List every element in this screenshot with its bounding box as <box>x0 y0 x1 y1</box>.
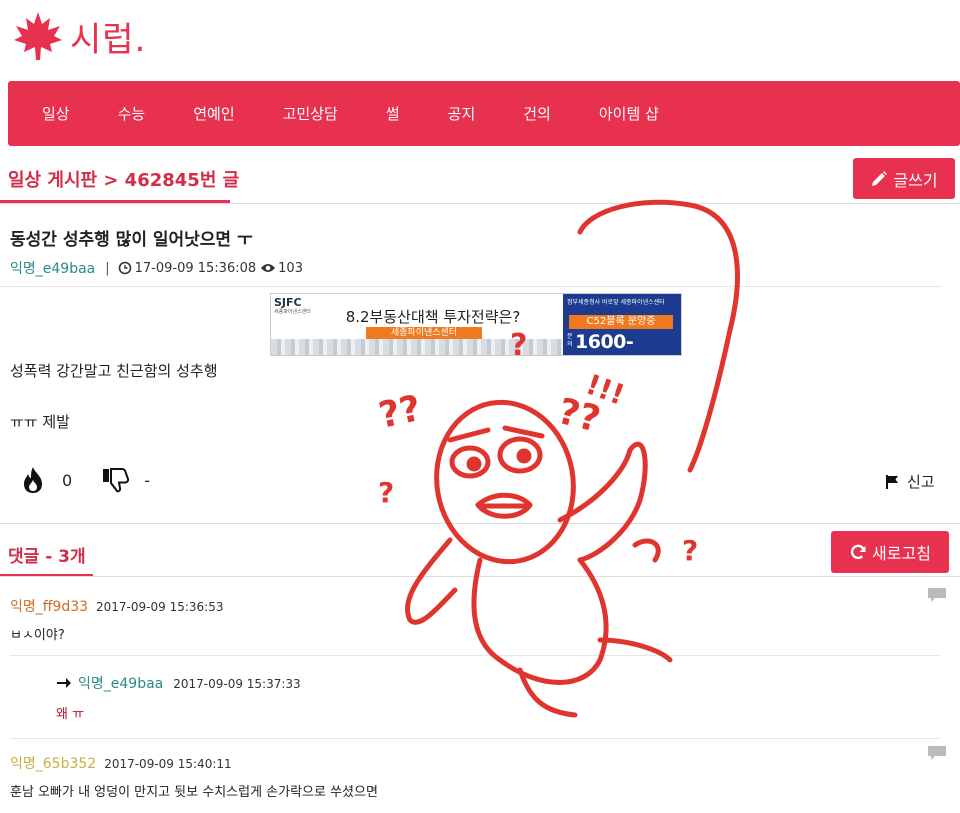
ad-left-panel: SJFC 세종파이낸스센터 8.2부동산대책 투자전략은? 세종파이낸스센터 <box>271 294 563 355</box>
reaction-bar: 0 - <box>20 466 180 494</box>
nav-item-suneung[interactable]: 수능 <box>94 103 170 124</box>
comment-text: 훈남 오빠가 내 엉덩이 만지고 뒷보 수치스럽게 손가락으로 쑤셨으면 <box>10 785 378 800</box>
comment-date: 2017-09-09 15:40:11 <box>104 757 232 771</box>
ad-headline: 8.2부동산대책 투자전략은? <box>345 308 521 326</box>
nav-item-daily[interactable]: 일상 <box>18 103 94 124</box>
maple-leaf-icon <box>14 12 62 60</box>
clock-icon <box>118 261 132 275</box>
nav-item-item-shop[interactable]: 아이템 샵 <box>575 103 683 124</box>
leg-doodle <box>597 637 673 663</box>
section-divider <box>0 576 960 577</box>
divider <box>0 286 942 287</box>
comments-header: 댓글 - 3개 <box>8 547 86 567</box>
comment-meta: 익명_ff9d33 2017-09-09 15:36:53 <box>10 596 223 616</box>
comment-author[interactable]: 익명_ff9d33 <box>10 596 88 616</box>
dislike-count: - <box>144 470 150 490</box>
refresh-label: 새로고침 <box>872 544 931 563</box>
reply-bubble-icon[interactable] <box>927 587 947 603</box>
breadcrumb-underline <box>0 200 230 203</box>
post-datetime: 17-09-09 15:36:08 <box>134 260 257 276</box>
section-divider <box>0 523 960 524</box>
nav-item-celebrity[interactable]: 연예인 <box>169 103 258 124</box>
comment-author[interactable]: 익명_e49baa <box>78 673 163 693</box>
brow-doodle <box>447 427 491 443</box>
site-logo[interactable]: 시럽. <box>10 8 146 64</box>
reply-bubble-icon[interactable] <box>927 745 947 761</box>
refresh-button[interactable]: 새로고침 <box>831 531 949 573</box>
ad-call-label: 문의 <box>567 333 573 348</box>
fire-icon[interactable] <box>20 466 46 494</box>
leg-doodle <box>517 667 578 718</box>
brow-doodle <box>502 425 545 439</box>
arm-doodle <box>557 441 648 563</box>
nav-item-notice[interactable]: 공지 <box>424 103 500 124</box>
like-count: 0 <box>62 470 73 490</box>
ad-block-label: C52블록 분양중 <box>569 315 673 329</box>
comment-text: 왜 ㅠ <box>56 707 85 722</box>
post-title: 동성간 성추행 많이 일어낫으면 ㅜ <box>10 230 253 250</box>
doodle-mark: !!! <box>582 368 629 412</box>
nav-item-story[interactable]: 썰 <box>362 103 424 124</box>
meta-separator: | <box>105 260 110 276</box>
comment-author[interactable]: 익명_65b352 <box>10 753 96 773</box>
comment-meta: 익명_e49baa 2017-09-09 15:37:33 <box>56 673 301 693</box>
ad-logo-sub: 세종파이낸스센터 <box>274 309 311 315</box>
refresh-icon <box>850 544 866 560</box>
nav-item-suggestion[interactable]: 건의 <box>499 103 575 124</box>
main-navbar: 일상 수능 연예인 고민상담 썰 공지 건의 아이템 샵 <box>8 81 960 146</box>
board-header: 일상 게시판 > 462845번 글 글쓰기 <box>0 158 960 204</box>
pupil-doodle <box>516 448 532 464</box>
doodle-mark: ? <box>682 534 698 567</box>
post-body-line: ㅠㅠ 제발 <box>10 413 70 431</box>
ad-tagline: 정부세종청사 바로앞 세종파이낸스센터 <box>567 299 665 306</box>
write-button-label: 글쓰기 <box>893 170 938 190</box>
flag-icon <box>886 474 898 489</box>
report-label: 신고 <box>907 473 935 491</box>
doodle-mark: ?? <box>554 391 604 441</box>
post-meta: 익명_e49baa | 17-09-09 15:36:08 103 <box>10 258 303 278</box>
squiggle-doodle <box>632 538 661 563</box>
report-button[interactable]: 신고 <box>885 471 935 492</box>
post-author[interactable]: 익명_e49baa <box>10 258 95 278</box>
head-doodle <box>434 399 576 565</box>
nav-item-advice[interactable]: 고민상담 <box>259 103 362 124</box>
reply-arrow-icon <box>56 677 72 689</box>
body-doodle <box>471 557 609 685</box>
doodle-mark: ?? <box>375 388 424 437</box>
comment-divider <box>10 738 940 739</box>
thumbs-down-icon[interactable] <box>102 467 130 493</box>
ad-cityscape <box>271 339 563 355</box>
logo-text: 시럽. <box>70 19 147 60</box>
breadcrumb[interactable]: 일상 게시판 > 462845번 글 <box>8 166 239 192</box>
eye-doodle <box>497 436 543 474</box>
comment-date: 2017-09-09 15:37:33 <box>173 677 301 691</box>
comment-meta: 익명_65b352 2017-09-09 15:40:11 <box>10 753 232 773</box>
mouth-doodle <box>475 492 533 519</box>
comment-divider <box>10 655 940 656</box>
comment-text: ㅂㅅ이야? <box>10 628 65 643</box>
arm-doodle <box>404 537 458 625</box>
eye-doodle <box>449 445 491 479</box>
post-body-line: 성폭력 강간말고 친근함의 성추행 <box>10 362 218 380</box>
write-button[interactable]: 글쓰기 <box>853 158 955 199</box>
pencil-icon <box>872 170 888 186</box>
views-count: 103 <box>278 260 303 276</box>
ad-banner[interactable]: SJFC 세종파이낸스센터 8.2부동산대책 투자전략은? 세종파이낸스센터 정… <box>270 293 682 356</box>
post-views: 103 <box>260 261 303 276</box>
eye-icon <box>261 264 276 272</box>
doodle-mark: ? <box>378 476 394 509</box>
ad-phone: 1600-8750 <box>575 331 634 355</box>
comment-date: 2017-09-09 15:36:53 <box>96 600 224 614</box>
ad-right-panel: 정부세종청사 바로앞 세종파이낸스센터 C52블록 분양중 문의 1600-87… <box>563 294 681 355</box>
pupil-doodle <box>466 456 482 472</box>
